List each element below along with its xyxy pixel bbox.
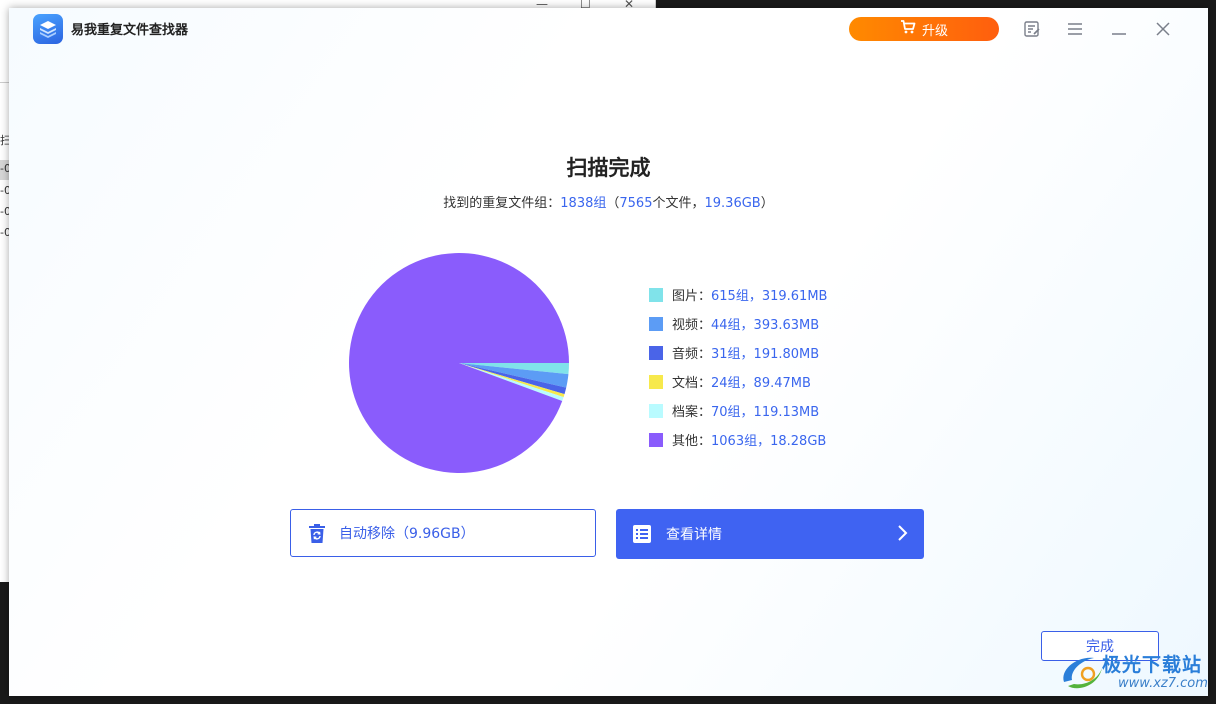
list-icon bbox=[632, 524, 652, 544]
chart-legend: 图片： 615组，319.61MB 视频： 44组，393.63MB 音频： 31组，19… bbox=[649, 280, 827, 454]
legend-label: 档案： bbox=[672, 405, 712, 420]
legend-value: 1063组，18.28GB bbox=[711, 434, 827, 449]
legend-item: 音频： 31组，191.80MB bbox=[649, 338, 827, 367]
legend-value: 44组，393.63MB bbox=[711, 318, 820, 333]
summary-paren-open: （ bbox=[606, 196, 620, 211]
summary-paren-close: ） bbox=[760, 196, 774, 211]
legend-swatch bbox=[649, 403, 663, 418]
app-window: 易我重复文件查找器 升级 扫描完成 找到的重复文件组：1838组（7565个文件… bbox=[9, 8, 1208, 696]
feedback-icon[interactable] bbox=[1021, 18, 1043, 40]
upgrade-label: 升级 bbox=[921, 23, 948, 39]
legend-label: 音频： bbox=[672, 347, 712, 362]
cart-icon bbox=[900, 20, 916, 38]
legend-item: 档案： 70组，119.13MB bbox=[649, 396, 827, 425]
app-logo-icon bbox=[33, 14, 63, 44]
legend-swatch bbox=[649, 374, 663, 389]
legend-item: 视频： 44组，393.63MB bbox=[649, 309, 827, 338]
legend-swatch bbox=[649, 432, 663, 447]
scan-summary: 找到的重复文件组：1838组（7565个文件，19.36GB） bbox=[9, 192, 1208, 211]
auto-remove-button[interactable]: 自动移除（9.96GB） bbox=[290, 509, 596, 557]
minimize-icon[interactable] bbox=[1108, 18, 1130, 40]
legend-label: 其他： bbox=[672, 434, 712, 449]
watermark-name: 极光下载站 bbox=[1102, 654, 1203, 676]
legend-item: 其他： 1063组，18.28GB bbox=[649, 425, 827, 454]
summary-groups: 1838组 bbox=[560, 196, 607, 211]
summary-prefix: 找到的重复文件组： bbox=[443, 196, 561, 211]
pie-slice-6 bbox=[349, 252, 569, 473]
legend-label: 图片： bbox=[672, 289, 712, 304]
watermark-url: www.xz7.com bbox=[1118, 676, 1208, 691]
upgrade-button[interactable]: 升级 bbox=[849, 17, 999, 41]
legend-value: 31组，191.80MB bbox=[711, 347, 820, 362]
legend-swatch bbox=[649, 287, 663, 302]
file-type-pie-chart bbox=[349, 252, 569, 473]
summary-files: 7565 bbox=[619, 196, 653, 211]
page-title: 扫描完成 bbox=[566, 156, 651, 180]
legend-item: 文档： 24组，89.47MB bbox=[649, 367, 827, 396]
menu-icon[interactable] bbox=[1064, 18, 1086, 40]
legend-label: 文档： bbox=[672, 376, 712, 391]
close-icon[interactable] bbox=[1152, 18, 1174, 40]
chevron-right-icon bbox=[896, 524, 908, 546]
legend-label: 视频： bbox=[672, 318, 712, 333]
legend-item: 图片： 615组，319.61MB bbox=[649, 280, 827, 309]
auto-remove-label: 自动移除（9.96GB） bbox=[339, 526, 475, 542]
watermark: 极光下载站 www.xz7.com bbox=[1058, 648, 1208, 696]
summary-size: 19.36GB bbox=[704, 196, 761, 211]
legend-value: 70组，119.13MB bbox=[711, 405, 820, 420]
legend-value: 615组，319.61MB bbox=[711, 289, 828, 304]
recycle-bin-icon bbox=[307, 522, 327, 544]
view-details-label: 查看详情 bbox=[666, 527, 722, 543]
view-details-button[interactable]: 查看详情 bbox=[616, 509, 924, 559]
legend-value: 24组，89.47MB bbox=[711, 376, 811, 391]
legend-swatch bbox=[649, 316, 663, 331]
summary-files-unit: 个文件， bbox=[652, 196, 705, 211]
legend-swatch bbox=[649, 345, 663, 360]
app-title: 易我重复文件查找器 bbox=[71, 23, 189, 38]
